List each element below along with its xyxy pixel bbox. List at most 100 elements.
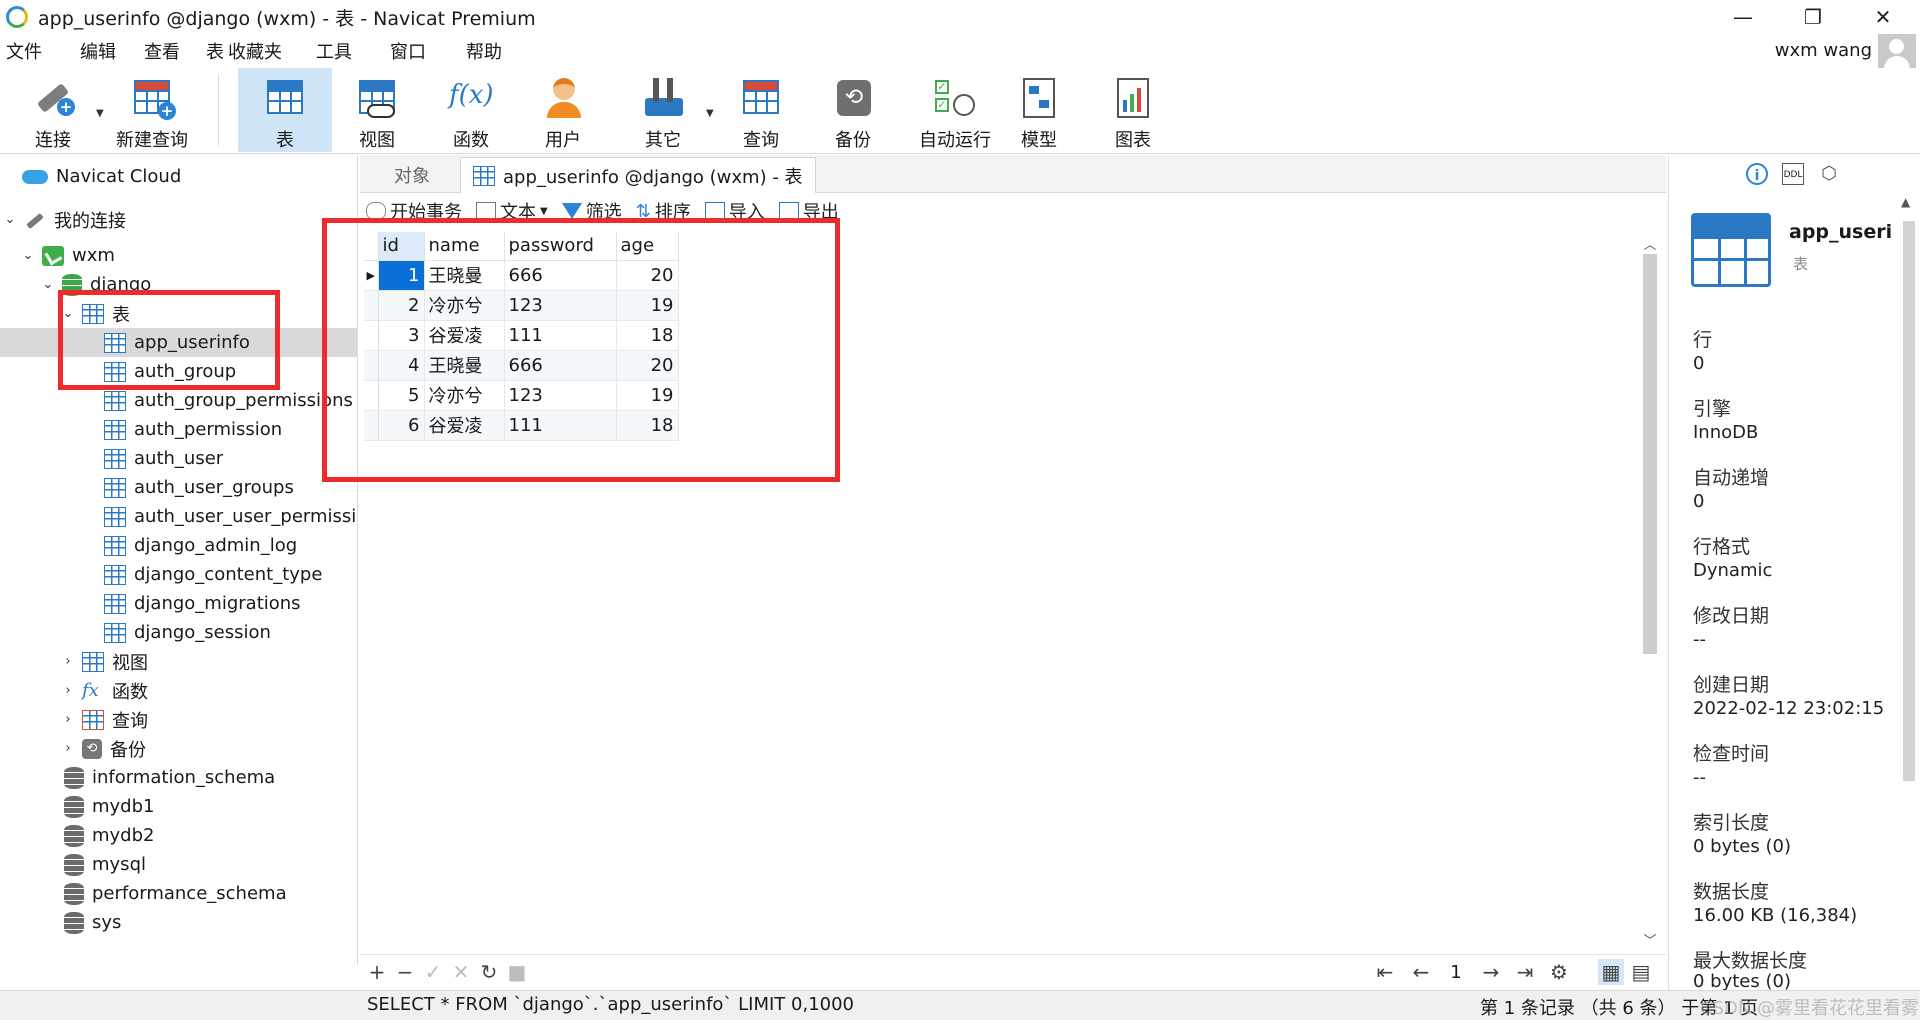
last-page-icon[interactable]: ⇥ — [1512, 959, 1538, 985]
grid-cell-age[interactable]: 19 — [616, 290, 679, 321]
connect-dropdown-icon[interactable]: ▼ — [96, 108, 104, 119]
page-number-input[interactable]: 1 — [1436, 960, 1476, 986]
scroll-up-icon[interactable]: ▲ — [1901, 195, 1910, 209]
menu-table[interactable]: 表 — [192, 38, 228, 64]
chart-button[interactable]: 图表 — [1100, 68, 1166, 152]
close-button[interactable]: ✕ — [1852, 0, 1914, 34]
tree-table-item[interactable]: auth_user — [104, 444, 223, 473]
model-button[interactable]: 模型 — [1006, 68, 1072, 152]
table-row[interactable]: 2 冷亦兮 123 19 — [364, 290, 679, 321]
sort-button[interactable]: ⇅ 排序 — [636, 198, 691, 224]
grid-cell-age[interactable]: 18 — [616, 320, 679, 351]
chevron-right-icon[interactable]: › — [60, 741, 76, 756]
grid-cell-age[interactable]: 20 — [616, 260, 679, 291]
ddl-icon[interactable]: DDL — [1782, 163, 1804, 185]
table-row[interactable]: 5 冷亦兮 123 19 — [364, 380, 679, 411]
column-header-age[interactable]: age — [616, 232, 679, 261]
tree-table-item[interactable]: django_migrations — [104, 589, 301, 618]
tree-database-item[interactable]: mydb1 — [64, 792, 155, 821]
restore-button[interactable]: ❐ — [1782, 0, 1844, 34]
chevron-down-icon[interactable]: ⌄ — [40, 277, 56, 292]
chevron-right-icon[interactable]: › — [60, 654, 76, 669]
function-button[interactable]: f(x) 函数 — [438, 68, 504, 152]
chevron-down-icon[interactable]: ⌄ — [2, 212, 18, 227]
add-record-icon[interactable]: + — [364, 959, 390, 985]
discard-changes-icon[interactable]: ✕ — [448, 959, 474, 985]
delete-record-icon[interactable]: − — [392, 959, 418, 985]
grid-cell-password[interactable]: 111 — [504, 410, 617, 441]
grid-cell-id[interactable]: 4 — [378, 350, 425, 381]
other-button[interactable]: 其它 — [630, 68, 696, 152]
tree-table-item[interactable]: django_admin_log — [104, 531, 297, 560]
grid-cell-name[interactable]: 冷亦兮 — [424, 290, 505, 321]
menu-tools[interactable]: 工具 — [294, 38, 364, 64]
gear-icon[interactable]: ⚙ — [1546, 959, 1572, 985]
stop-icon[interactable]: ■ — [504, 959, 530, 985]
tree-database-item[interactable]: sys — [64, 908, 121, 937]
refresh-icon[interactable]: ↻ — [476, 959, 502, 985]
tree-table-item[interactable]: auth_group_permissions — [104, 386, 353, 415]
user-name[interactable]: wxm wang — [1775, 40, 1872, 61]
grid-cell-name[interactable]: 谷爱凌 — [424, 320, 505, 351]
grid-cell-age[interactable]: 18 — [616, 410, 679, 441]
tree-database-item[interactable]: information_schema — [64, 763, 275, 792]
tree-database-item[interactable]: mydb2 — [64, 821, 155, 850]
export-button[interactable]: 导出 — [778, 198, 839, 224]
grid-cell-id[interactable]: 5 — [378, 380, 425, 411]
avatar[interactable] — [1878, 34, 1916, 72]
table-row[interactable]: 4 王晓曼 666 20 — [364, 350, 679, 381]
connect-button[interactable]: + 连接 — [22, 68, 84, 152]
menu-view[interactable]: 查看 — [128, 38, 192, 64]
query-button[interactable]: 查询 — [728, 68, 794, 152]
table-row[interactable]: ▶ 1 王晓曼 666 20 — [364, 260, 679, 291]
tree-functions-group[interactable]: › fx 函数 — [60, 676, 148, 705]
tree-table-item[interactable]: app_userinfo — [0, 328, 357, 357]
column-header-id[interactable]: id — [378, 232, 425, 261]
hexagon-icon[interactable]: ⬡ — [1818, 163, 1840, 185]
grid-cell-password[interactable]: 123 — [504, 290, 617, 321]
menu-file[interactable]: 文件 — [0, 38, 54, 64]
grid-vertical-scrollbar[interactable]: ︿ ﹀ — [1640, 232, 1660, 952]
table-row[interactable]: 3 谷爱凌 111 18 — [364, 320, 679, 351]
tree-backups-group[interactable]: › ⟲ 备份 — [60, 734, 146, 763]
tree-queries-group[interactable]: › 查询 — [60, 705, 148, 734]
menu-help[interactable]: 帮助 — [438, 38, 514, 64]
chevron-right-icon[interactable]: › — [60, 683, 76, 698]
tree-connection-wxm[interactable]: ⌄ wxm — [20, 241, 115, 270]
grid-cell-password[interactable]: 666 — [504, 260, 617, 291]
grid-cell-password[interactable]: 123 — [504, 380, 617, 411]
grid-cell-password[interactable]: 111 — [504, 320, 617, 351]
form-view-icon[interactable]: ▤ — [1628, 959, 1654, 985]
table-row[interactable]: 6 谷爱凌 111 18 — [364, 410, 679, 441]
filter-button[interactable]: 筛选 — [561, 198, 622, 224]
scroll-up-icon[interactable]: ︿ — [1640, 234, 1660, 253]
tree-database-item[interactable]: mysql — [64, 850, 146, 879]
menu-favorites[interactable]: 收藏夹 — [228, 38, 294, 64]
other-dropdown-icon[interactable]: ▼ — [706, 108, 714, 119]
auto-run-button[interactable]: ✓ ✓ 自动运行 — [906, 68, 1004, 152]
menu-window[interactable]: 窗口 — [364, 38, 438, 64]
tab-table-app-userinfo[interactable]: app_userinfo @django (wxm) - 表 — [460, 157, 816, 193]
info-panel-scrollbar[interactable]: ▲ — [1899, 193, 1919, 983]
grid-cell-name[interactable]: 王晓曼 — [424, 260, 505, 291]
text-button[interactable]: 文本 ▼ — [476, 198, 548, 224]
minimize-button[interactable]: — — [1712, 0, 1774, 34]
grid-cell-id[interactable]: 2 — [378, 290, 425, 321]
scroll-down-icon[interactable]: ﹀ — [1640, 930, 1660, 949]
next-page-icon[interactable]: → — [1478, 959, 1504, 985]
previous-page-icon[interactable]: ← — [1408, 959, 1434, 985]
tree-tables-group[interactable]: ⌄ 表 — [60, 299, 130, 328]
new-query-button[interactable]: + 新建查询 — [112, 68, 192, 152]
chevron-down-icon[interactable]: ⌄ — [60, 306, 76, 321]
tree-table-item[interactable]: auth_user_user_permissions — [104, 502, 357, 531]
apply-changes-icon[interactable]: ✓ — [420, 959, 446, 985]
tree-views-group[interactable]: › 视图 — [60, 647, 148, 676]
tree-navicat-cloud[interactable]: Navicat Cloud — [22, 162, 181, 191]
column-header-password[interactable]: password — [504, 232, 617, 261]
grid-cell-id[interactable]: 1 — [378, 260, 425, 291]
column-header-name[interactable]: name — [424, 232, 505, 261]
scrollbar-thumb[interactable] — [1903, 221, 1915, 781]
grid-view-icon[interactable]: ▦ — [1598, 959, 1624, 985]
tab-objects[interactable]: 对象 — [382, 157, 442, 193]
tree-my-connections[interactable]: ⌄ 我的连接 — [2, 205, 126, 234]
